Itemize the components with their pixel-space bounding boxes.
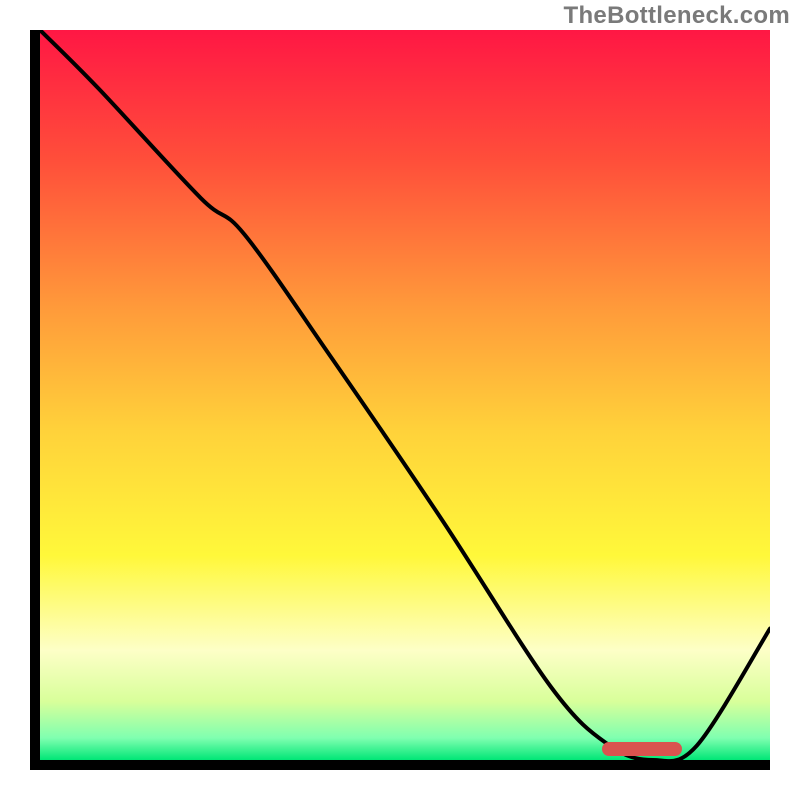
chart-container: TheBottleneck.com	[0, 0, 800, 800]
x-axis	[30, 760, 770, 770]
y-axis	[30, 30, 40, 770]
axes	[30, 30, 770, 770]
watermark: TheBottleneck.com	[564, 2, 790, 30]
